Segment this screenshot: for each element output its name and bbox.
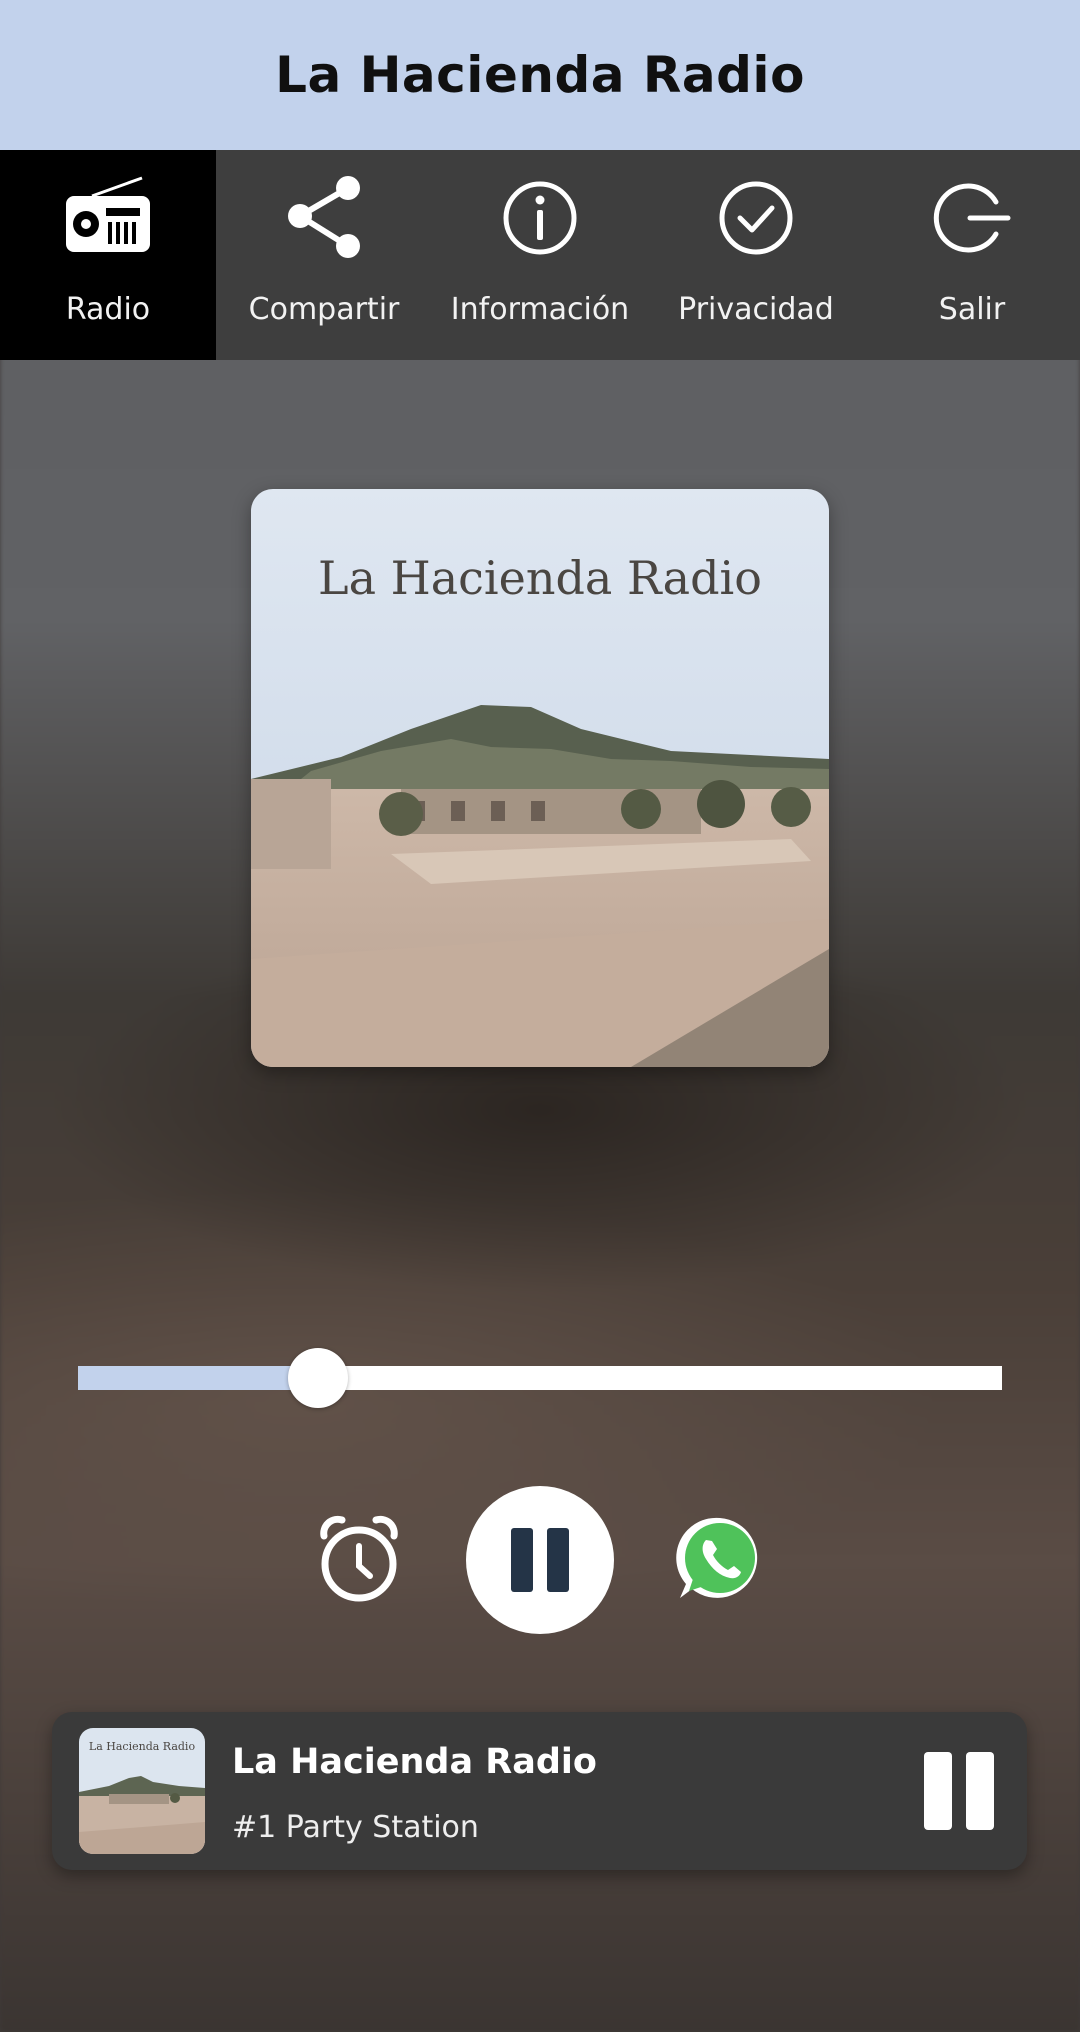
app-header: La Hacienda Radio [0,0,1080,150]
now-playing-bar[interactable]: La Hacienda Radio La Hacienda Radio #1 P… [52,1712,1027,1870]
now-playing-tagline: #1 Party Station [232,1810,479,1845]
pause-icon [511,1528,569,1592]
sleep-timer-button[interactable] [316,1514,402,1606]
nav-label-privacidad: Privacidad [678,292,834,327]
player-controls [0,1486,1080,1634]
nav-label-compartir: Compartir [248,292,400,327]
mini-pause-button[interactable] [924,1752,994,1832]
nav-item-radio[interactable]: Radio [0,150,216,360]
check-circle-icon [719,181,793,255]
info-icon [503,181,577,255]
now-playing-station: La Hacienda Radio [232,1742,597,1782]
nav-item-compartir[interactable]: Compartir [216,150,432,360]
volume-slider[interactable] [78,1348,1002,1408]
nav-label-radio: Radio [65,292,151,327]
whatsapp-icon [676,1517,758,1598]
artwork-caption: La Hacienda Radio [318,551,762,605]
whatsapp-share-button[interactable] [676,1514,764,1602]
nav-item-salir[interactable]: Salir [864,150,1080,360]
nav-label-salir: Salir [938,292,1006,327]
volume-thumb[interactable] [288,1348,348,1408]
radio-icon [66,176,150,252]
pause-button[interactable] [466,1486,614,1634]
station-artwork: La Hacienda Radio [251,489,829,1067]
now-playing-thumbnail: La Hacienda Radio [79,1728,205,1854]
top-nav: Radio Compartir Información Privacidad S… [0,150,1080,360]
nav-label-informacion: Información [450,292,630,327]
exit-icon [933,183,1011,253]
mini-pause-bar-right [966,1752,994,1830]
nav-item-informacion[interactable]: Información [432,150,648,360]
app-title: La Hacienda Radio [275,46,805,104]
mini-pause-bar-left [924,1752,952,1830]
share-icon [288,176,360,258]
alarm-clock-icon [320,1515,398,1602]
nav-item-privacidad[interactable]: Privacidad [648,150,864,360]
volume-fill [78,1366,318,1390]
thumbnail-caption: La Hacienda Radio [89,1740,196,1753]
